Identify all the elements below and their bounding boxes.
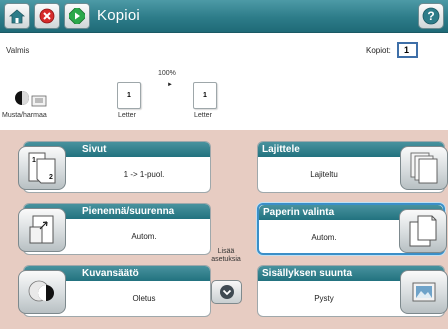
stop-button[interactable] [34, 3, 60, 29]
sides-value: 1 -> 1-puol. [123, 170, 165, 179]
paper-select-tile[interactable]: Paperin valinta Autom. [257, 203, 447, 255]
paper-select-value: Autom. [311, 233, 337, 242]
input-page-preview: 1 [117, 82, 141, 109]
paper-icon [399, 209, 447, 253]
output-page-preview: 1 [193, 82, 217, 109]
resize-icon [18, 208, 66, 252]
collate-value: Lajiteltu [310, 170, 338, 179]
copies-input[interactable]: 1 [397, 42, 418, 58]
reduce-enlarge-tile[interactable]: Pienennä/suurenna Autom. [18, 203, 211, 255]
status-text: Valmis [6, 46, 30, 55]
zoom-label: 100% [158, 70, 176, 77]
svg-text:1: 1 [32, 157, 36, 164]
home-icon [9, 8, 25, 23]
sides-tile[interactable]: Sivut 1 -> 1-puol. 1 2 [18, 141, 211, 193]
status-area: Valmis Kopiot: 1 100% ► 1 1 Letter Lette… [0, 34, 448, 130]
settings-panel: Sivut 1 -> 1-puol. 1 2 Lajittele Lajitel… [0, 130, 448, 329]
stop-icon [39, 8, 55, 24]
collate-icon [400, 146, 448, 190]
orientation-value: Pysty [314, 294, 334, 303]
help-button[interactable]: ? [418, 3, 444, 29]
chevron-down-icon [219, 285, 234, 299]
title-bar: Kopioi ? [0, 0, 448, 33]
help-icon: ? [422, 7, 440, 25]
svg-text:2: 2 [49, 174, 53, 181]
color-mode-label: Musta/harmaa [2, 112, 47, 119]
more-settings-button[interactable] [211, 280, 242, 304]
orientation-tile[interactable]: Sisällyksen suunta Pysty [257, 265, 448, 317]
color-mode-icon [15, 91, 47, 107]
start-icon [69, 8, 85, 24]
more-settings-label: Lisää asetuksia [211, 248, 241, 263]
output-paper-label: Letter [194, 112, 212, 119]
image-adjust-value: Oletus [132, 294, 156, 303]
image-adjust-icon [18, 270, 66, 314]
sides-icon: 1 2 [18, 146, 66, 190]
orientation-icon [400, 270, 448, 314]
start-button[interactable] [64, 3, 90, 29]
image-adjust-tile[interactable]: Kuvansäätö Oletus [18, 265, 211, 317]
page-title: Kopioi [97, 7, 140, 24]
input-paper-label: Letter [118, 112, 136, 119]
help-glyph: ? [427, 9, 434, 23]
home-button[interactable] [4, 3, 30, 29]
arrow-icon: ► [167, 82, 173, 88]
copies-label: Kopiot: [366, 46, 391, 55]
reduce-enlarge-value: Autom. [131, 232, 157, 241]
collate-tile[interactable]: Lajittele Lajiteltu [257, 141, 448, 193]
